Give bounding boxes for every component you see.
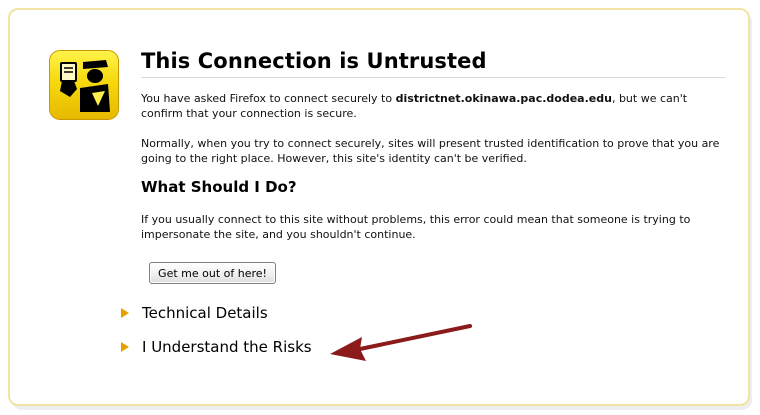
- red-arrow-icon: [330, 324, 472, 361]
- understand-risks-label: I Understand the Risks: [142, 338, 312, 356]
- host-name: districtnet.okinawa.pac.dodea.edu: [395, 92, 612, 105]
- intro-prefix: You have asked Firefox to connect secure…: [141, 92, 396, 105]
- triangle-right-icon: [121, 308, 129, 318]
- page-title: This Connection is Untrusted: [141, 49, 487, 73]
- security-officer-icon: [49, 50, 119, 120]
- understand-risks-expander[interactable]: I Understand the Risks: [121, 338, 312, 356]
- explanation-paragraph: Normally, when you try to connect secure…: [141, 137, 720, 165]
- technical-details-label: Technical Details: [142, 304, 268, 322]
- title-divider: [141, 77, 725, 78]
- what-should-i-do-heading: What Should I Do?: [141, 178, 297, 196]
- triangle-right-icon: [121, 342, 129, 352]
- intro-paragraph: You have asked Firefox to connect secure…: [141, 91, 731, 121]
- get-me-out-button[interactable]: Get me out of here!: [149, 262, 276, 284]
- technical-details-expander[interactable]: Technical Details: [121, 304, 268, 322]
- advice-paragraph: If you usually connect to this site with…: [141, 213, 691, 241]
